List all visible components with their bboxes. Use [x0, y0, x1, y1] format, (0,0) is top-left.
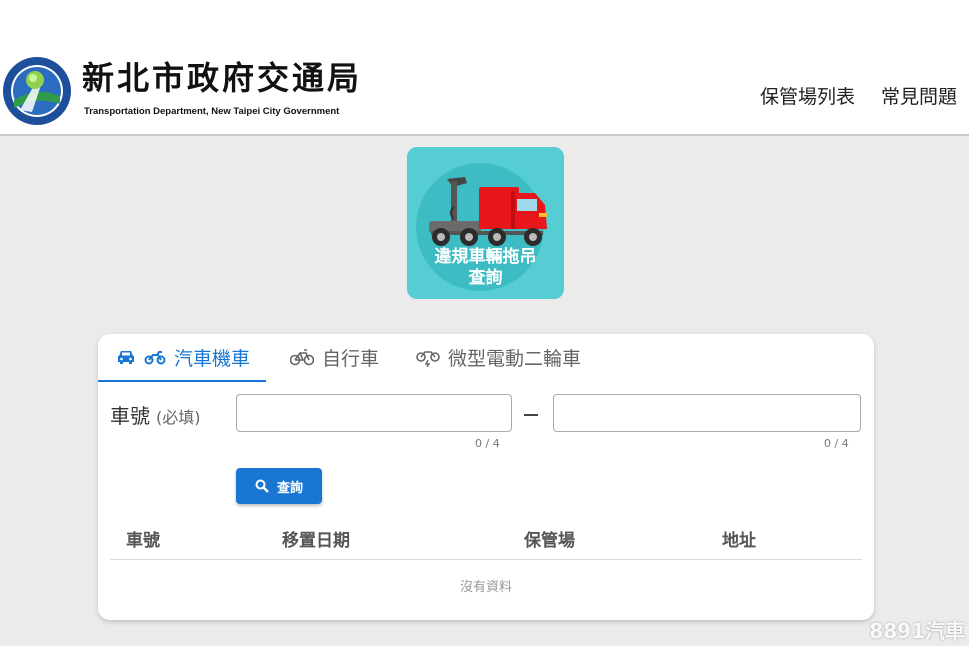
- col-address: 地址: [722, 531, 756, 551]
- tab-bicycle-label: 自行車: [322, 347, 380, 370]
- watermark: 8891汽車: [869, 619, 965, 643]
- site-header: 新北市政府交通局 Transportation Department, New …: [0, 0, 969, 136]
- tab-car-motorcycle-label: 汽車機車: [174, 347, 251, 370]
- prefix-char-counter: 0 / 4: [475, 437, 500, 450]
- tab-car-motorcycle[interactable]: 汽車機車: [98, 334, 267, 382]
- plate-suffix-input[interactable]: [553, 394, 861, 432]
- suffix-char-counter: 0 / 4: [824, 437, 849, 450]
- nav-depot-list[interactable]: 保管場列表: [760, 82, 855, 109]
- tab-e-scooter[interactable]: 微型電動二輪車: [416, 334, 581, 380]
- col-tow-date: 移置日期: [282, 531, 350, 551]
- tab-e-scooter-label: 微型電動二輪車: [448, 347, 582, 370]
- plate-separator: [524, 414, 538, 416]
- search-icon: [255, 479, 269, 493]
- col-depot: 保管場: [524, 531, 575, 551]
- top-nav: 保管場列表 常見問題: [760, 82, 957, 109]
- no-data-message: 沒有資料: [459, 580, 512, 595]
- vehicle-tabs: 汽車機車 自行車 微型電動二輪車: [98, 334, 874, 382]
- required-hint: (必填): [156, 408, 201, 427]
- motorcycle-icon: [144, 349, 166, 365]
- logo-title[interactable]: 新北市政府交通局: [82, 58, 362, 98]
- plate-prefix-input[interactable]: [236, 394, 512, 432]
- tile-label: 違規車輛拖吊 查詢: [407, 247, 564, 289]
- car-icon: [116, 349, 136, 365]
- plate-label: 車號 (必填): [110, 400, 201, 429]
- plate-label-text: 車號: [110, 404, 150, 428]
- tile-label-line1: 違規車輛拖吊: [434, 247, 537, 267]
- e-scooter-icon: [416, 347, 440, 367]
- tile-label-line2: 查詢: [468, 268, 503, 288]
- dot-seal-icon[interactable]: [2, 56, 72, 126]
- nav-faq[interactable]: 常見問題: [881, 82, 957, 109]
- results-table-header: 車號 移置日期 保管場 地址: [110, 514, 862, 560]
- tab-bicycle[interactable]: 自行車: [290, 334, 379, 380]
- logo-subtitle[interactable]: Transportation Department, New Taipei Ci…: [84, 106, 339, 117]
- search-card: 汽車機車 自行車 微型電動二輪車 車號 (必填) 0 / 4 0 / 4 查詢 車…: [98, 334, 874, 620]
- search-button[interactable]: 查詢: [236, 468, 322, 504]
- tow-query-tile[interactable]: 違規車輛拖吊 查詢: [407, 147, 564, 299]
- search-button-label: 查詢: [276, 479, 303, 495]
- bicycle-icon: [290, 348, 314, 366]
- col-plate: 車號: [126, 531, 160, 551]
